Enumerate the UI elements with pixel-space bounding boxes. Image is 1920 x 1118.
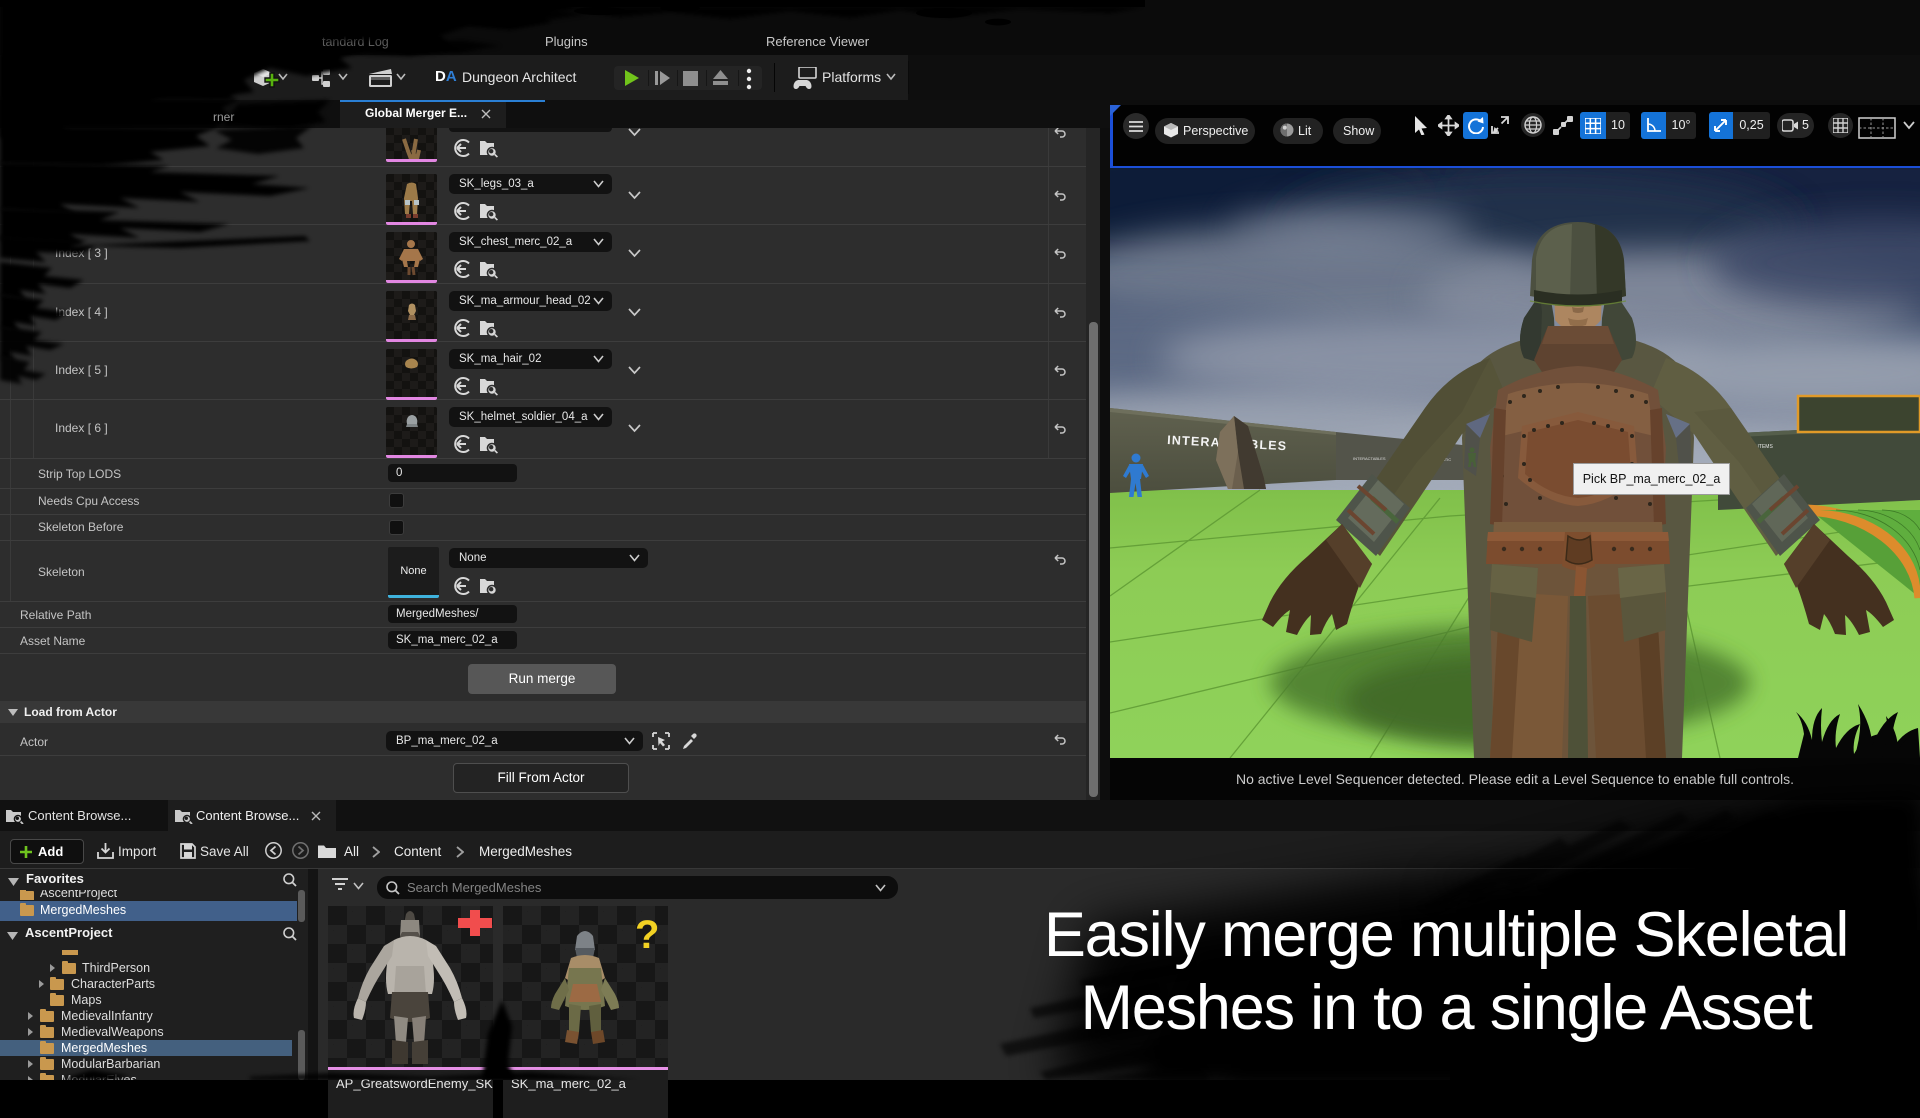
svg-text:rner: rner [213, 110, 234, 124]
